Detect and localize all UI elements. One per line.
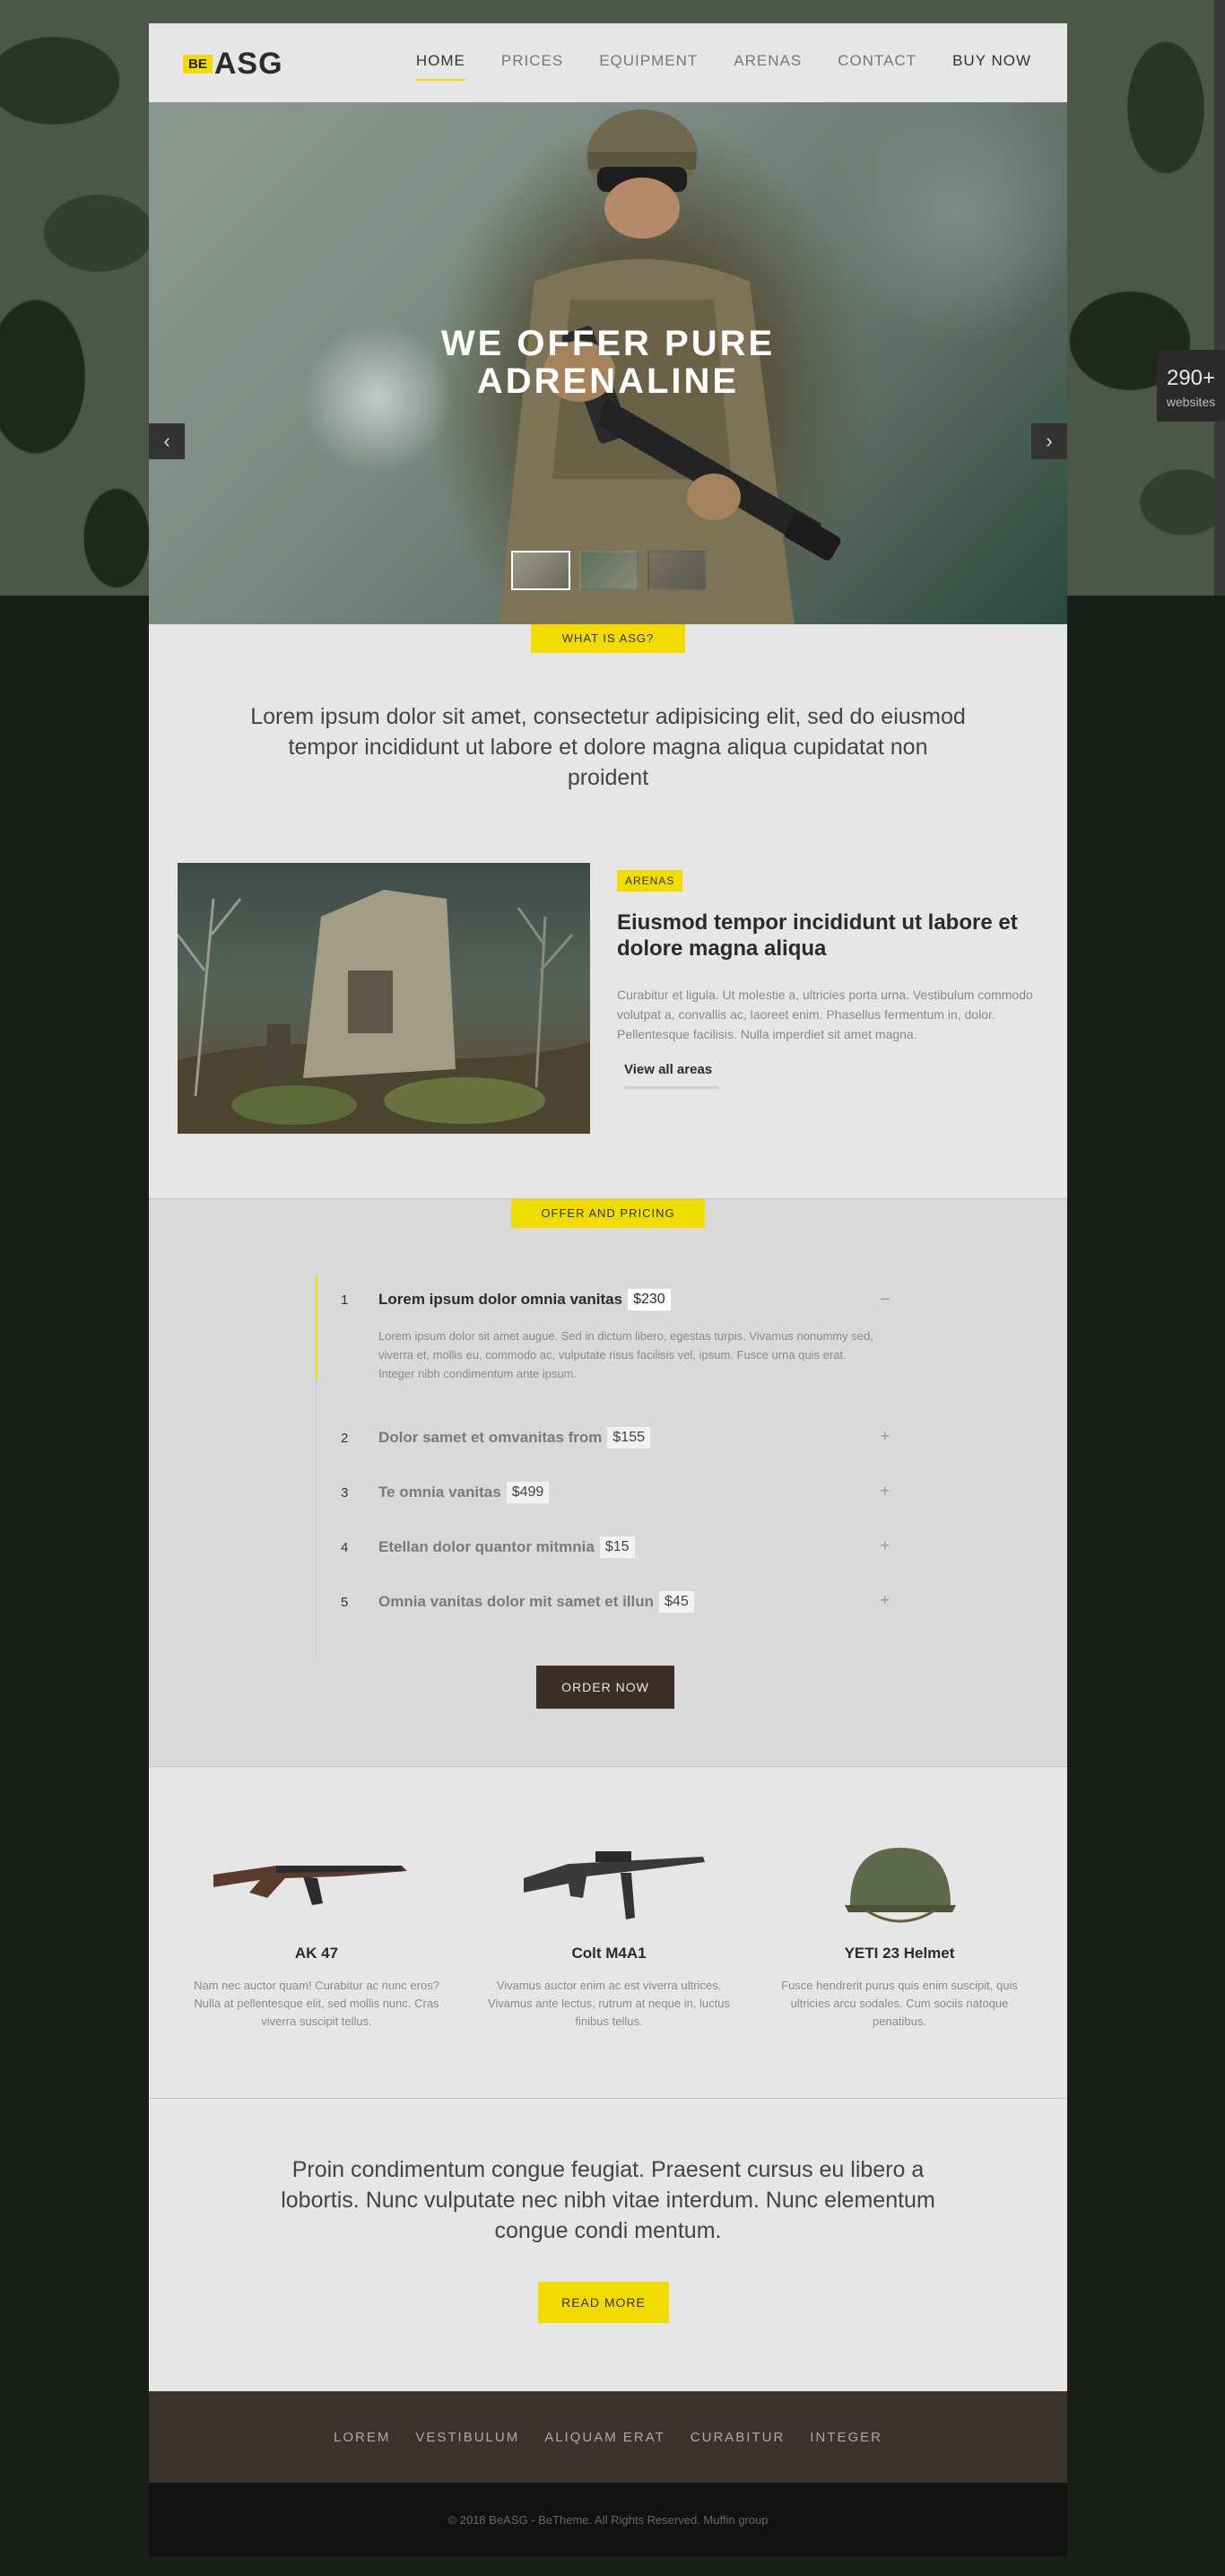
- pricing-item[interactable]: 4 Etellan dolor quantor mitmnia $15 +: [316, 1522, 890, 1577]
- site-header: BE ASG HOME PRICES EQUIPMENT ARENAS CONT…: [149, 23, 1067, 102]
- arenas-description: Curabitur et ligula. Ut molestie a, ultr…: [617, 988, 1033, 1041]
- equipment-description: Vivamus auctor enim ac est viverra ultri…: [487, 1979, 730, 2028]
- pricing-item-title: Etellan dolor quantor mitmnia $15: [378, 1536, 635, 1558]
- pricing-accordion: 1 Lorem ipsum dolor omnia vanitas $230 –…: [316, 1275, 890, 1658]
- pricing-item-price: $230: [628, 1289, 671, 1310]
- expand-icon[interactable]: +: [880, 1482, 890, 1501]
- pricing-item-number: 1: [341, 1292, 349, 1308]
- slider-thumb[interactable]: [647, 551, 707, 590]
- chevron-left-icon: ‹: [163, 430, 170, 452]
- scrollbar[interactable]: [1214, 0, 1225, 596]
- collapse-icon[interactable]: –: [881, 1289, 890, 1308]
- slider-thumbnails: [511, 551, 707, 590]
- pricing-item[interactable]: 5 Omnia vanitas dolor mit samet et illun…: [316, 1577, 890, 1632]
- footer-nav: LOREM VESTIBULUM ALIQUAM ERAT CURABITUR …: [149, 2391, 1067, 2483]
- quote-section: Proin condimentum congue feugiat. Praese…: [149, 2099, 1067, 2391]
- rifle-icon: [178, 1833, 456, 1923]
- about-tag: WHAT IS ASG?: [531, 624, 685, 653]
- equipment-card: AK 47 Nam nec auctor quam! Curabitur ac …: [178, 1833, 456, 2031]
- pricing-section: OFFER AND PRICING 1 Lorem ipsum dolor om…: [149, 1198, 1067, 1767]
- pricing-item-title-text: Dolor samet et omvanitas from: [378, 1429, 603, 1446]
- rifle-icon: [470, 1833, 748, 1923]
- equipment-description: Fusce hendrerit purus quis enim suscipit…: [781, 1979, 1018, 2028]
- read-more-button[interactable]: READ MORE: [538, 2282, 669, 2323]
- pricing-item-number: 2: [341, 1431, 349, 1446]
- nav-contact[interactable]: CONTACT: [838, 52, 917, 81]
- pricing-item-title-text: Omnia vanitas dolor mit samet et illun: [378, 1593, 655, 1610]
- equipment-card: Colt M4A1 Vivamus auctor enim ac est viv…: [470, 1833, 748, 2031]
- hero-title-line2: ADRENALINE: [476, 361, 740, 401]
- arenas-image: [178, 863, 590, 1134]
- pricing-item-title: Te omnia vanitas $499: [378, 1482, 550, 1503]
- equipment-section: AK 47 Nam nec auctor quam! Curabitur ac …: [149, 1767, 1067, 2099]
- slider-next-button[interactable]: ›: [1031, 423, 1067, 459]
- equipment-name: YETI 23 Helmet: [844, 1945, 955, 1962]
- pricing-item-body: Lorem ipsum dolor sit amet augue. Sed in…: [378, 1329, 873, 1380]
- hero-title-line1: WE OFFER PURE: [440, 324, 776, 363]
- main-nav: HOME PRICES EQUIPMENT ARENAS CONTACT BUY…: [415, 52, 1031, 81]
- pricing-item-number: 5: [341, 1595, 349, 1610]
- slider-prev-button[interactable]: ‹: [149, 423, 185, 459]
- footer-link-aliquam-erat[interactable]: ALIQUAM ERAT: [544, 2430, 665, 2445]
- pricing-item-title-text: Te omnia vanitas: [378, 1484, 501, 1501]
- nav-prices[interactable]: PRICES: [501, 52, 563, 81]
- slider-thumb[interactable]: [511, 551, 570, 590]
- websites-badge[interactable]: 290+ websites: [1157, 350, 1225, 422]
- websites-count: 290+: [1166, 366, 1216, 390]
- about-section: WHAT IS ASG? Lorem ipsum dolor sit amet,…: [149, 624, 1067, 1198]
- helmet-icon: [760, 1833, 1038, 1923]
- pricing-item[interactable]: 3 Te omnia vanitas $499 +: [316, 1467, 890, 1522]
- view-all-areas-link[interactable]: View all areas: [624, 1062, 719, 1089]
- pricing-item-number: 4: [341, 1540, 349, 1555]
- footer-link-vestibulum[interactable]: VESTIBULUM: [415, 2430, 519, 2445]
- arenas-title: Eiusmod tempor incididunt ut labore et d…: [617, 910, 1018, 961]
- expand-icon[interactable]: +: [880, 1427, 890, 1446]
- equipment-name: AK 47: [294, 1945, 339, 1962]
- hero-slider: WE OFFER PURE ADRENALINE ‹ ›: [149, 102, 1067, 624]
- pricing-item-title: Lorem ipsum dolor omnia vanitas $230: [378, 1289, 671, 1310]
- nav-equipment[interactable]: EQUIPMENT: [599, 52, 698, 81]
- pricing-tag: OFFER AND PRICING: [511, 1199, 705, 1228]
- equipment-card: YETI 23 Helmet Fusce hendrerit purus qui…: [760, 1833, 1038, 2031]
- footer-link-curabitur[interactable]: CURABITUR: [691, 2430, 786, 2445]
- hero-title: WE OFFER PURE ADRENALINE: [149, 325, 1067, 400]
- slider-thumb[interactable]: [579, 551, 639, 590]
- pricing-item-price: $155: [607, 1427, 650, 1449]
- expand-icon[interactable]: +: [880, 1591, 890, 1610]
- logo-text: ASG: [213, 47, 283, 81]
- footer-link-integer[interactable]: INTEGER: [810, 2430, 882, 2445]
- expand-icon[interactable]: +: [880, 1536, 890, 1555]
- nav-arenas[interactable]: ARENAS: [734, 52, 802, 81]
- pricing-item[interactable]: 2 Dolor samet et omvanitas from $155 +: [316, 1413, 890, 1467]
- pricing-item[interactable]: 1 Lorem ipsum dolor omnia vanitas $230 –…: [316, 1275, 890, 1413]
- page-container: BE ASG HOME PRICES EQUIPMENT ARENAS CONT…: [149, 23, 1067, 2556]
- logo-badge: BE: [183, 54, 213, 74]
- pricing-item-title-text: Etellan dolor quantor mitmnia: [378, 1538, 595, 1555]
- logo[interactable]: BE ASG: [183, 47, 283, 81]
- nav-buy-now[interactable]: BUY NOW: [952, 52, 1031, 81]
- nav-home[interactable]: HOME: [415, 52, 465, 81]
- pricing-item-title-text: Lorem ipsum dolor omnia vanitas: [378, 1291, 623, 1308]
- pricing-item-number: 3: [341, 1485, 349, 1501]
- order-now-button[interactable]: ORDER NOW: [536, 1666, 674, 1709]
- chevron-right-icon: ›: [1046, 430, 1053, 452]
- websites-label: websites: [1166, 395, 1216, 409]
- pricing-item-price: $15: [599, 1536, 635, 1558]
- pricing-item-title: Omnia vanitas dolor mit samet et illun $…: [378, 1591, 694, 1613]
- pricing-item-price: $499: [506, 1482, 550, 1503]
- footer-link-lorem[interactable]: LOREM: [334, 2430, 390, 2445]
- about-text: Lorem ipsum dolor sit amet, consectetur …: [250, 704, 966, 790]
- arenas-tag: ARENAS: [617, 870, 683, 892]
- pricing-item-title: Dolor samet et omvanitas from $155: [378, 1427, 650, 1449]
- copyright: © 2018 BeASG - BeTheme. All Rights Reser…: [149, 2483, 1067, 2556]
- equipment-description: Nam nec auctor quam! Curabitur ac nunc e…: [194, 1979, 439, 2028]
- quote-text: Proin condimentum congue feugiat. Praese…: [281, 2157, 935, 2243]
- pricing-item-price: $45: [659, 1591, 694, 1613]
- equipment-name: Colt M4A1: [571, 1945, 647, 1962]
